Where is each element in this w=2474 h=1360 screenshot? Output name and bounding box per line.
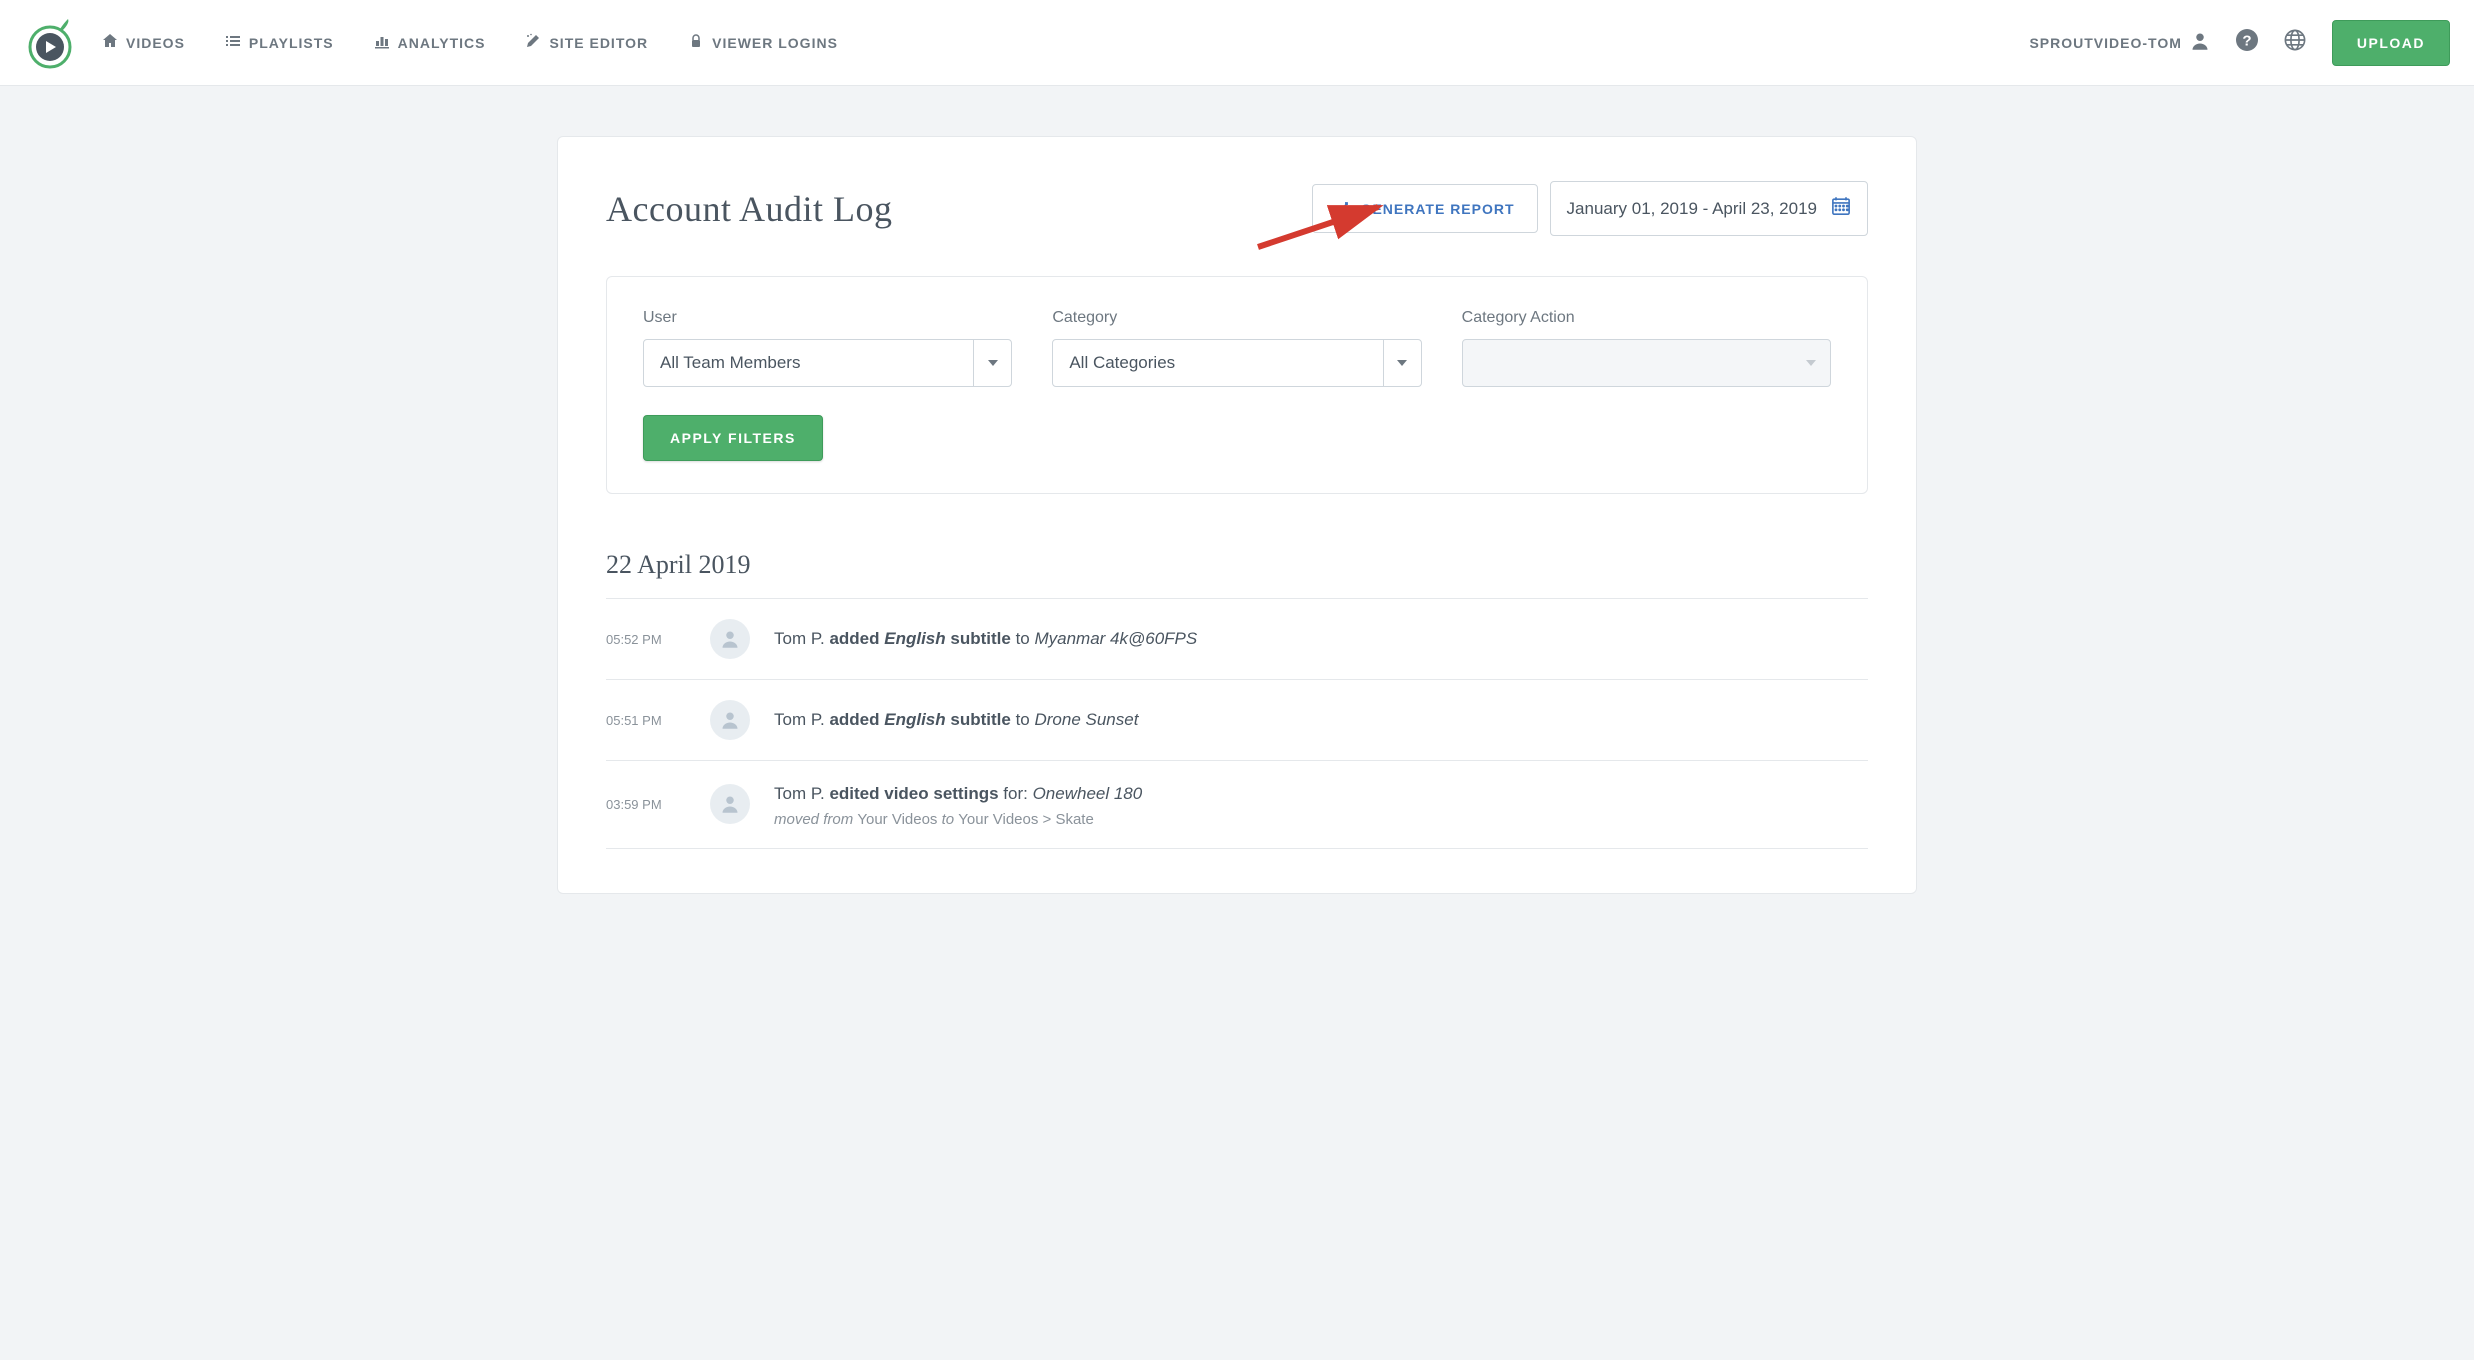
log-subtext: moved from Your Videos to Your Videos > … <box>774 811 1142 828</box>
log-for: for: <box>1003 784 1032 803</box>
globe-icon <box>2284 29 2306 56</box>
date-range-label: January 01, 2019 - April 23, 2019 <box>1567 199 1817 219</box>
filter-category-label: Category <box>1052 309 1421 327</box>
user-icon <box>2190 31 2210 54</box>
category-action-select <box>1462 339 1831 387</box>
chart-icon <box>1335 199 1351 218</box>
lock-icon <box>688 33 704 52</box>
filter-action-label: Category Action <box>1462 309 1831 327</box>
caret-down-icon <box>1792 340 1830 386</box>
filters-row: User All Team Members Category All Categ… <box>643 309 1831 387</box>
upload-button[interactable]: UPLOAD <box>2332 20 2450 66</box>
nav-videos[interactable]: VIDEOS <box>102 33 185 52</box>
user-label: SPROUTVIDEO-TOM <box>2029 35 2181 51</box>
log-target: Myanmar 4k@60FPS <box>1034 629 1197 648</box>
log-action: edited video settings <box>829 784 998 803</box>
avatar <box>710 619 750 659</box>
log-text-wrap: Tom P. edited video settings for: Onewhe… <box>774 781 1142 828</box>
category-select[interactable]: All Categories <box>1052 339 1421 387</box>
nav-label: ANALYTICS <box>398 35 486 51</box>
page-header: Account Audit Log GENERATE REPORT Januar… <box>606 181 1868 236</box>
filter-user-label: User <box>643 309 1012 327</box>
log-target: Drone Sunset <box>1034 710 1138 729</box>
log-action: added English subtitle <box>829 710 1010 729</box>
log-to: to <box>1016 629 1035 648</box>
log-entry: 05:51 PM Tom P. added English subtitle t… <box>606 680 1868 761</box>
log-text: Tom P. edited video settings for: Onewhe… <box>774 781 1142 807</box>
log-user: Tom P. <box>774 710 825 729</box>
filter-user: User All Team Members <box>643 309 1012 387</box>
filter-category-action: Category Action <box>1462 309 1831 387</box>
avatar <box>710 784 750 824</box>
nav-items: VIDEOS PLAYLISTS ANALYTICS SITE EDITOR V… <box>102 33 2029 52</box>
nav-viewer-logins[interactable]: VIEWER LOGINS <box>688 33 838 52</box>
question-icon: ? <box>2236 29 2258 56</box>
user-select[interactable]: All Team Members <box>643 339 1012 387</box>
log-to: to <box>1016 710 1035 729</box>
nav-right: SPROUTVIDEO-TOM ? UPLOAD <box>2029 20 2450 66</box>
log-user: Tom P. <box>774 629 825 648</box>
user-select-value: All Team Members <box>660 353 800 373</box>
log-text: Tom P. added English subtitle to Myanmar… <box>774 626 1197 652</box>
apply-filters-button[interactable]: APPLY FILTERS <box>643 415 823 461</box>
avatar <box>710 700 750 740</box>
log-date-heading: 22 April 2019 <box>606 550 1868 599</box>
log-action: added English subtitle <box>829 629 1010 648</box>
log-time: 05:51 PM <box>606 713 686 728</box>
log-text: Tom P. added English subtitle to Drone S… <box>774 707 1138 733</box>
generate-report-label: GENERATE REPORT <box>1361 201 1515 217</box>
nav-label: PLAYLISTS <box>249 35 334 51</box>
nav-analytics[interactable]: ANALYTICS <box>374 33 486 52</box>
date-range-picker[interactable]: January 01, 2019 - April 23, 2019 <box>1550 181 1868 236</box>
nav-playlists[interactable]: PLAYLISTS <box>225 33 334 52</box>
log-user: Tom P. <box>774 784 825 803</box>
caret-down-icon <box>1383 340 1421 386</box>
bar-chart-icon <box>374 33 390 52</box>
logo[interactable] <box>24 17 76 69</box>
nav-site-editor[interactable]: SITE EDITOR <box>525 33 648 52</box>
header-actions: GENERATE REPORT January 01, 2019 - April… <box>1312 181 1868 236</box>
nav-label: VIEWER LOGINS <box>712 35 838 51</box>
svg-text:?: ? <box>2242 33 2251 50</box>
main-container: Account Audit Log GENERATE REPORT Januar… <box>557 136 1917 894</box>
log-section: 22 April 2019 05:52 PM Tom P. added Engl… <box>606 550 1868 849</box>
category-select-value: All Categories <box>1069 353 1175 373</box>
log-entry: 03:59 PM Tom P. edited video settings fo… <box>606 761 1868 849</box>
log-entry: 05:52 PM Tom P. added English subtitle t… <box>606 599 1868 680</box>
log-target: Onewheel 180 <box>1033 784 1143 803</box>
nav-label: VIDEOS <box>126 35 185 51</box>
caret-down-icon <box>973 340 1011 386</box>
log-time: 05:52 PM <box>606 632 686 647</box>
user-menu[interactable]: SPROUTVIDEO-TOM <box>2029 31 2209 54</box>
generate-report-button[interactable]: GENERATE REPORT <box>1312 184 1538 233</box>
filters-card: User All Team Members Category All Categ… <box>606 276 1868 494</box>
help-button[interactable]: ? <box>2236 29 2258 56</box>
home-icon <box>102 33 118 52</box>
list-icon <box>225 33 241 52</box>
globe-button[interactable] <box>2284 29 2306 56</box>
nav-label: SITE EDITOR <box>549 35 648 51</box>
log-time: 03:59 PM <box>606 797 686 812</box>
top-nav: VIDEOS PLAYLISTS ANALYTICS SITE EDITOR V… <box>0 0 2474 86</box>
page-title: Account Audit Log <box>606 188 892 230</box>
calendar-icon <box>1831 196 1851 221</box>
pencil-icon <box>525 33 541 52</box>
filter-category: Category All Categories <box>1052 309 1421 387</box>
